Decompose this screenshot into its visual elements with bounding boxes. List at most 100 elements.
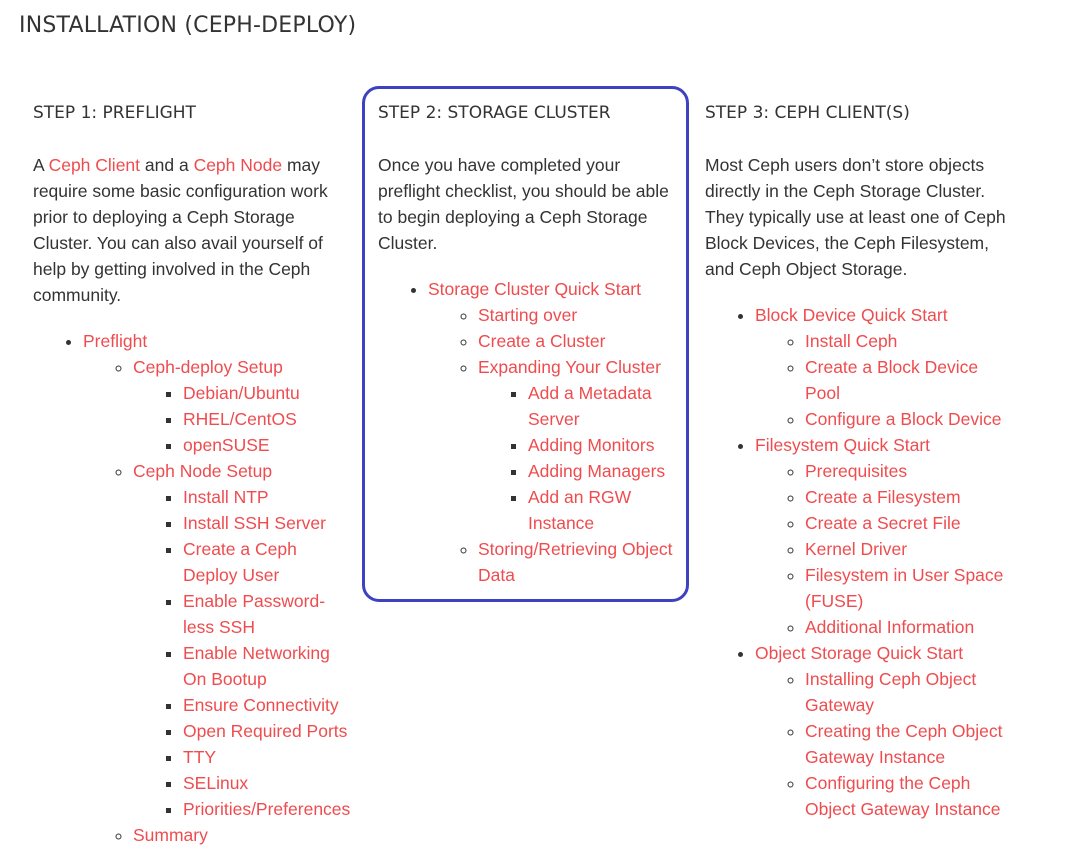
page-title: INSTALLATION (CEPH-DEPLOY): [19, 13, 357, 38]
list-item: TTY: [183, 744, 353, 770]
list-item: Installing Ceph Object Gateway: [805, 666, 1015, 718]
list-item: Priorities/Preferences: [183, 796, 353, 822]
list-item: Creating the Ceph Object Gateway Instanc…: [805, 718, 1015, 770]
list-item: Storage Cluster Quick Start Starting ove…: [428, 276, 678, 588]
configuring-gateway-instance-link[interactable]: Configuring the Ceph Object Gateway Inst…: [805, 773, 1001, 819]
list-item: Create a Cluster: [478, 328, 678, 354]
list-item: Configure a Block Device: [805, 406, 1015, 432]
list-item: SELinux: [183, 770, 353, 796]
step2-heading: STEP 2: STORAGE CLUSTER: [378, 103, 611, 123]
step2-intro: Once you have completed your preflight c…: [378, 155, 669, 253]
adding-monitors-link[interactable]: Adding Monitors: [528, 435, 654, 455]
step3-toc: Block Device Quick Start Install Ceph Cr…: [705, 302, 1015, 822]
prerequisites-link[interactable]: Prerequisites: [805, 461, 907, 481]
list-item: Additional Information: [805, 614, 1015, 640]
step3-heading: STEP 3: CEPH CLIENT(S): [705, 103, 910, 123]
list-item: Object Storage Quick Start Installing Ce…: [755, 640, 1015, 822]
list-item: Adding Managers: [528, 458, 678, 484]
opensuse-link[interactable]: openSUSE: [183, 435, 270, 455]
block-device-quick-start-link[interactable]: Block Device Quick Start: [755, 305, 948, 325]
step1-intro-text-1: A: [33, 155, 49, 175]
list-item: Expanding Your Cluster Add a Metadata Se…: [478, 354, 678, 536]
list-item: Block Device Quick Start Install Ceph Cr…: [755, 302, 1015, 432]
install-ssh-server-link[interactable]: Install SSH Server: [183, 513, 326, 533]
tty-link[interactable]: TTY: [183, 747, 216, 767]
list-item: Storing/Retrieving Object Data: [478, 536, 678, 588]
list-item: Enable Password-less SSH: [183, 588, 353, 640]
additional-information-link[interactable]: Additional Information: [805, 617, 974, 637]
ceph-deploy-setup-link[interactable]: Ceph-deploy Setup: [133, 357, 283, 377]
kernel-driver-link[interactable]: Kernel Driver: [805, 539, 907, 559]
add-metadata-server-link[interactable]: Add a Metadata Server: [528, 383, 652, 429]
debian-ubuntu-link[interactable]: Debian/Ubuntu: [183, 383, 300, 403]
create-cluster-link[interactable]: Create a Cluster: [478, 331, 605, 351]
list-item: Enable Networking On Bootup: [183, 640, 353, 692]
preflight-link[interactable]: Preflight: [83, 331, 147, 351]
list-item: Adding Monitors: [528, 432, 678, 458]
adding-managers-link[interactable]: Adding Managers: [528, 461, 665, 481]
list-item: Create a Block Device Pool: [805, 354, 1015, 406]
starting-over-link[interactable]: Starting over: [478, 305, 577, 325]
ceph-client-link[interactable]: Ceph Client: [49, 155, 140, 175]
summary-link[interactable]: Summary: [133, 825, 208, 845]
installing-object-gateway-link[interactable]: Installing Ceph Object Gateway: [805, 669, 976, 715]
selinux-link[interactable]: SELinux: [183, 773, 248, 793]
list-item: Install NTP: [183, 484, 353, 510]
list-item: Summary: [133, 822, 353, 848]
list-item: Starting over: [478, 302, 678, 328]
step1-intro-text-3: may require some basic configuration wor…: [33, 155, 328, 305]
list-item: Configuring the Ceph Object Gateway Inst…: [805, 770, 1015, 822]
step1-column: STEP 1: PREFLIGHT A Ceph Client and a Ce…: [33, 100, 353, 848]
ceph-node-link[interactable]: Ceph Node: [194, 155, 283, 175]
object-storage-quick-start-link[interactable]: Object Storage Quick Start: [755, 643, 963, 663]
ensure-connectivity-link[interactable]: Ensure Connectivity: [183, 695, 339, 715]
configure-block-device-link[interactable]: Configure a Block Device: [805, 409, 1001, 429]
list-item: openSUSE: [183, 432, 353, 458]
step3-column: STEP 3: CEPH CLIENT(S) Most Ceph users d…: [705, 100, 1015, 822]
list-item: Create a Secret File: [805, 510, 1015, 536]
storage-cluster-quick-start-link[interactable]: Storage Cluster Quick Start: [428, 279, 641, 299]
list-item: Open Required Ports: [183, 718, 353, 744]
open-required-ports-link[interactable]: Open Required Ports: [183, 721, 347, 741]
list-item: Ensure Connectivity: [183, 692, 353, 718]
list-item: Ceph Node Setup Install NTP Install SSH …: [133, 458, 353, 822]
step1-intro: A Ceph Client and a Ceph Node may requir…: [33, 152, 353, 308]
create-block-device-pool-link[interactable]: Create a Block Device Pool: [805, 357, 978, 403]
enable-passwordless-ssh-link[interactable]: Enable Password-less SSH: [183, 591, 325, 637]
create-secret-file-link[interactable]: Create a Secret File: [805, 513, 961, 533]
install-ntp-link[interactable]: Install NTP: [183, 487, 269, 507]
rhel-centos-link[interactable]: RHEL/CentOS: [183, 409, 297, 429]
step1-toc: Preflight Ceph-deploy Setup Debian/Ubunt…: [33, 328, 353, 848]
add-rgw-instance-link[interactable]: Add an RGW Instance: [528, 487, 631, 533]
creating-gateway-instance-link[interactable]: Creating the Ceph Object Gateway Instanc…: [805, 721, 1002, 767]
list-item: Debian/Ubuntu: [183, 380, 353, 406]
list-item: Install Ceph: [805, 328, 1015, 354]
step2-column: STEP 2: STORAGE CLUSTER Once you have co…: [378, 100, 678, 588]
list-item: Prerequisites: [805, 458, 1015, 484]
step1-intro-text-2: and a: [140, 155, 194, 175]
filesystem-fuse-link[interactable]: Filesystem in User Space (FUSE): [805, 565, 1003, 611]
step3-intro: Most Ceph users don’t store objects dire…: [705, 155, 1006, 279]
list-item: Preflight Ceph-deploy Setup Debian/Ubunt…: [83, 328, 353, 848]
list-item: Filesystem in User Space (FUSE): [805, 562, 1015, 614]
list-item: RHEL/CentOS: [183, 406, 353, 432]
step2-toc: Storage Cluster Quick Start Starting ove…: [378, 276, 678, 588]
ceph-node-setup-link[interactable]: Ceph Node Setup: [133, 461, 272, 481]
list-item: Install SSH Server: [183, 510, 353, 536]
list-item: Ceph-deploy Setup Debian/Ubuntu RHEL/Cen…: [133, 354, 353, 458]
list-item: Create a Ceph Deploy User: [183, 536, 353, 588]
list-item: Kernel Driver: [805, 536, 1015, 562]
step1-heading: STEP 1: PREFLIGHT: [33, 103, 196, 123]
create-deploy-user-link[interactable]: Create a Ceph Deploy User: [183, 539, 297, 585]
list-item: Create a Filesystem: [805, 484, 1015, 510]
list-item: Filesystem Quick Start Prerequisites Cre…: [755, 432, 1015, 640]
list-item: Add a Metadata Server: [528, 380, 678, 432]
filesystem-quick-start-link[interactable]: Filesystem Quick Start: [755, 435, 930, 455]
create-filesystem-link[interactable]: Create a Filesystem: [805, 487, 961, 507]
expanding-cluster-link[interactable]: Expanding Your Cluster: [478, 357, 661, 377]
enable-networking-link[interactable]: Enable Networking On Bootup: [183, 643, 330, 689]
list-item: Add an RGW Instance: [528, 484, 678, 536]
storing-retrieving-link[interactable]: Storing/Retrieving Object Data: [478, 539, 673, 585]
priorities-preferences-link[interactable]: Priorities/Preferences: [183, 799, 350, 819]
install-ceph-link[interactable]: Install Ceph: [805, 331, 897, 351]
